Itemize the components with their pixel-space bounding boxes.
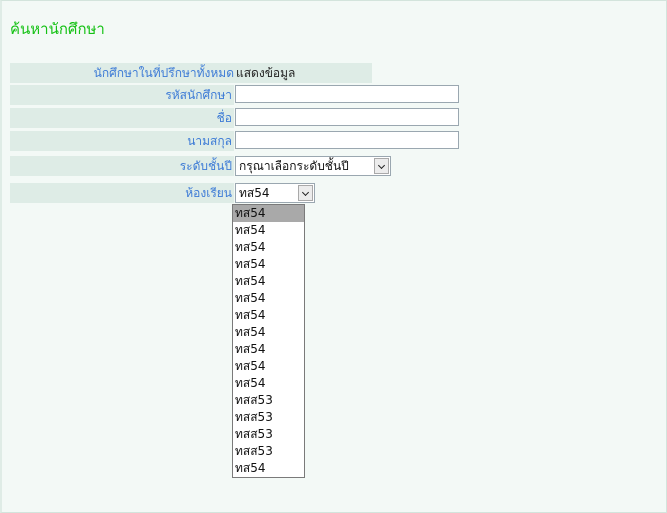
classroom-option[interactable]: ทส54	[233, 324, 304, 341]
classroom-select[interactable]: ทส54	[235, 183, 315, 203]
classroom-option[interactable]: ทส54	[233, 307, 304, 324]
chevron-down-icon[interactable]	[374, 158, 389, 174]
classroom-option[interactable]: ทส54	[233, 460, 304, 477]
first-name-label: ชื่อ	[10, 108, 234, 128]
classroom-option[interactable]: ทส54	[233, 222, 304, 239]
student-id-input[interactable]	[235, 85, 459, 103]
classroom-option[interactable]: ทส54	[233, 358, 304, 375]
content-panel: ค้นหานักศึกษา นักศึกษาในที่ปรึกษาทั้งหมด…	[0, 0, 667, 513]
year-level-select[interactable]: กรุณาเลือกระดับชั้นปี	[235, 156, 391, 176]
classroom-option[interactable]: ทส54	[233, 256, 304, 273]
classroom-option[interactable]: ทสส53	[233, 443, 304, 460]
page-title: ค้นหานักศึกษา	[10, 20, 105, 38]
classroom-option[interactable]: ทส54	[233, 375, 304, 392]
classroom-option[interactable]: ทสส53	[233, 426, 304, 443]
classroom-option[interactable]: ทส54	[233, 341, 304, 358]
chevron-down-icon[interactable]	[298, 185, 313, 201]
student-id-label: รหัสนักศึกษา	[10, 85, 234, 105]
classroom-option[interactable]: ทส54	[233, 239, 304, 256]
classroom-option[interactable]: ทส54	[233, 273, 304, 290]
show-data-link[interactable]: แสดงข้อมูล	[236, 63, 295, 83]
advisees-label-cell: นักศึกษาในที่ปรึกษาทั้งหมด	[10, 63, 372, 83]
classroom-option[interactable]: ทส54	[233, 205, 304, 222]
last-name-label: นามสกุล	[10, 131, 234, 151]
classroom-label: ห้องเรียน	[10, 183, 234, 203]
classroom-dropdown-list[interactable]: ทส54 ทส54 ทส54 ทส54 ทส54 ทส54 ทส54 ทส54 …	[232, 204, 305, 478]
first-name-input[interactable]	[235, 108, 459, 126]
year-level-label: ระดับชั้นปี	[10, 156, 234, 176]
classroom-option[interactable]: ทสส53	[233, 409, 304, 426]
advisees-label: นักศึกษาในที่ปรึกษาทั้งหมด	[93, 66, 234, 80]
last-name-input[interactable]	[235, 131, 459, 149]
classroom-selected-value: ทส54	[239, 186, 270, 200]
classroom-option[interactable]: ทสส53	[233, 392, 304, 409]
year-level-selected-value: กรุณาเลือกระดับชั้นปี	[239, 159, 349, 173]
classroom-option[interactable]: ทส54	[233, 290, 304, 307]
